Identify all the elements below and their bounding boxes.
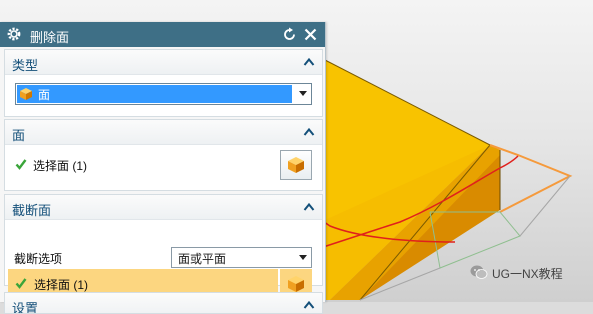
type-dropdown-value: 面 <box>38 88 51 102</box>
face-select-icon <box>288 157 304 173</box>
settings-section-header[interactable]: 设置 <box>5 293 322 314</box>
gear-icon[interactable] <box>6 26 22 42</box>
cut-option-value: 面或平面 <box>178 252 227 266</box>
type-section-label: 类型 <box>12 58 39 73</box>
cut-option-dropdown[interactable]: 面或平面 <box>171 247 312 268</box>
type-section-header[interactable]: 类型 <box>5 50 322 75</box>
delete-face-dialog: 删除面 类型 面 面 选择面 (1) 截断面 截断选项 面或平面 选择面 (1)… <box>0 22 326 314</box>
wechat-icon <box>470 265 488 279</box>
type-section: 类型 面 <box>4 49 323 117</box>
chevron-up-icon[interactable] <box>303 57 315 67</box>
cut-section-header[interactable]: 截断面 <box>5 195 322 220</box>
face-select-label[interactable]: 选择面 (1) <box>33 157 87 174</box>
dialog-title: 删除面 <box>30 30 70 45</box>
watermark-text: UG一NX教程 <box>492 267 563 281</box>
cut-option-label: 截断选项 <box>14 252 63 266</box>
face-select-icon <box>288 276 304 292</box>
cut-plane-outline <box>489 144 573 213</box>
cut-section-label: 截断面 <box>12 203 52 218</box>
check-icon <box>15 159 27 170</box>
chevron-down-icon <box>299 255 307 260</box>
cube-icon <box>20 88 32 100</box>
chevron-up-icon[interactable] <box>303 127 315 137</box>
close-icon[interactable] <box>302 26 319 43</box>
face-select-button[interactable] <box>280 150 312 180</box>
dialog-titlebar[interactable]: 删除面 <box>0 22 325 47</box>
check-icon <box>15 278 27 289</box>
type-dropdown[interactable]: 面 <box>15 83 312 105</box>
face-section-label: 面 <box>12 128 26 143</box>
reset-icon[interactable] <box>281 26 298 43</box>
chevron-down-icon <box>299 91 307 96</box>
settings-section-label: 设置 <box>12 301 39 314</box>
chevron-up-icon[interactable] <box>303 202 315 212</box>
face-section: 面 选择面 (1) <box>4 119 323 191</box>
face-section-header[interactable]: 面 <box>5 120 322 145</box>
cut-face-select-label: 选择面 (1) <box>34 278 89 292</box>
settings-section: 设置 <box>4 292 323 314</box>
cut-face-section: 截断面 截断选项 面或平面 选择面 (1) <box>4 194 323 299</box>
